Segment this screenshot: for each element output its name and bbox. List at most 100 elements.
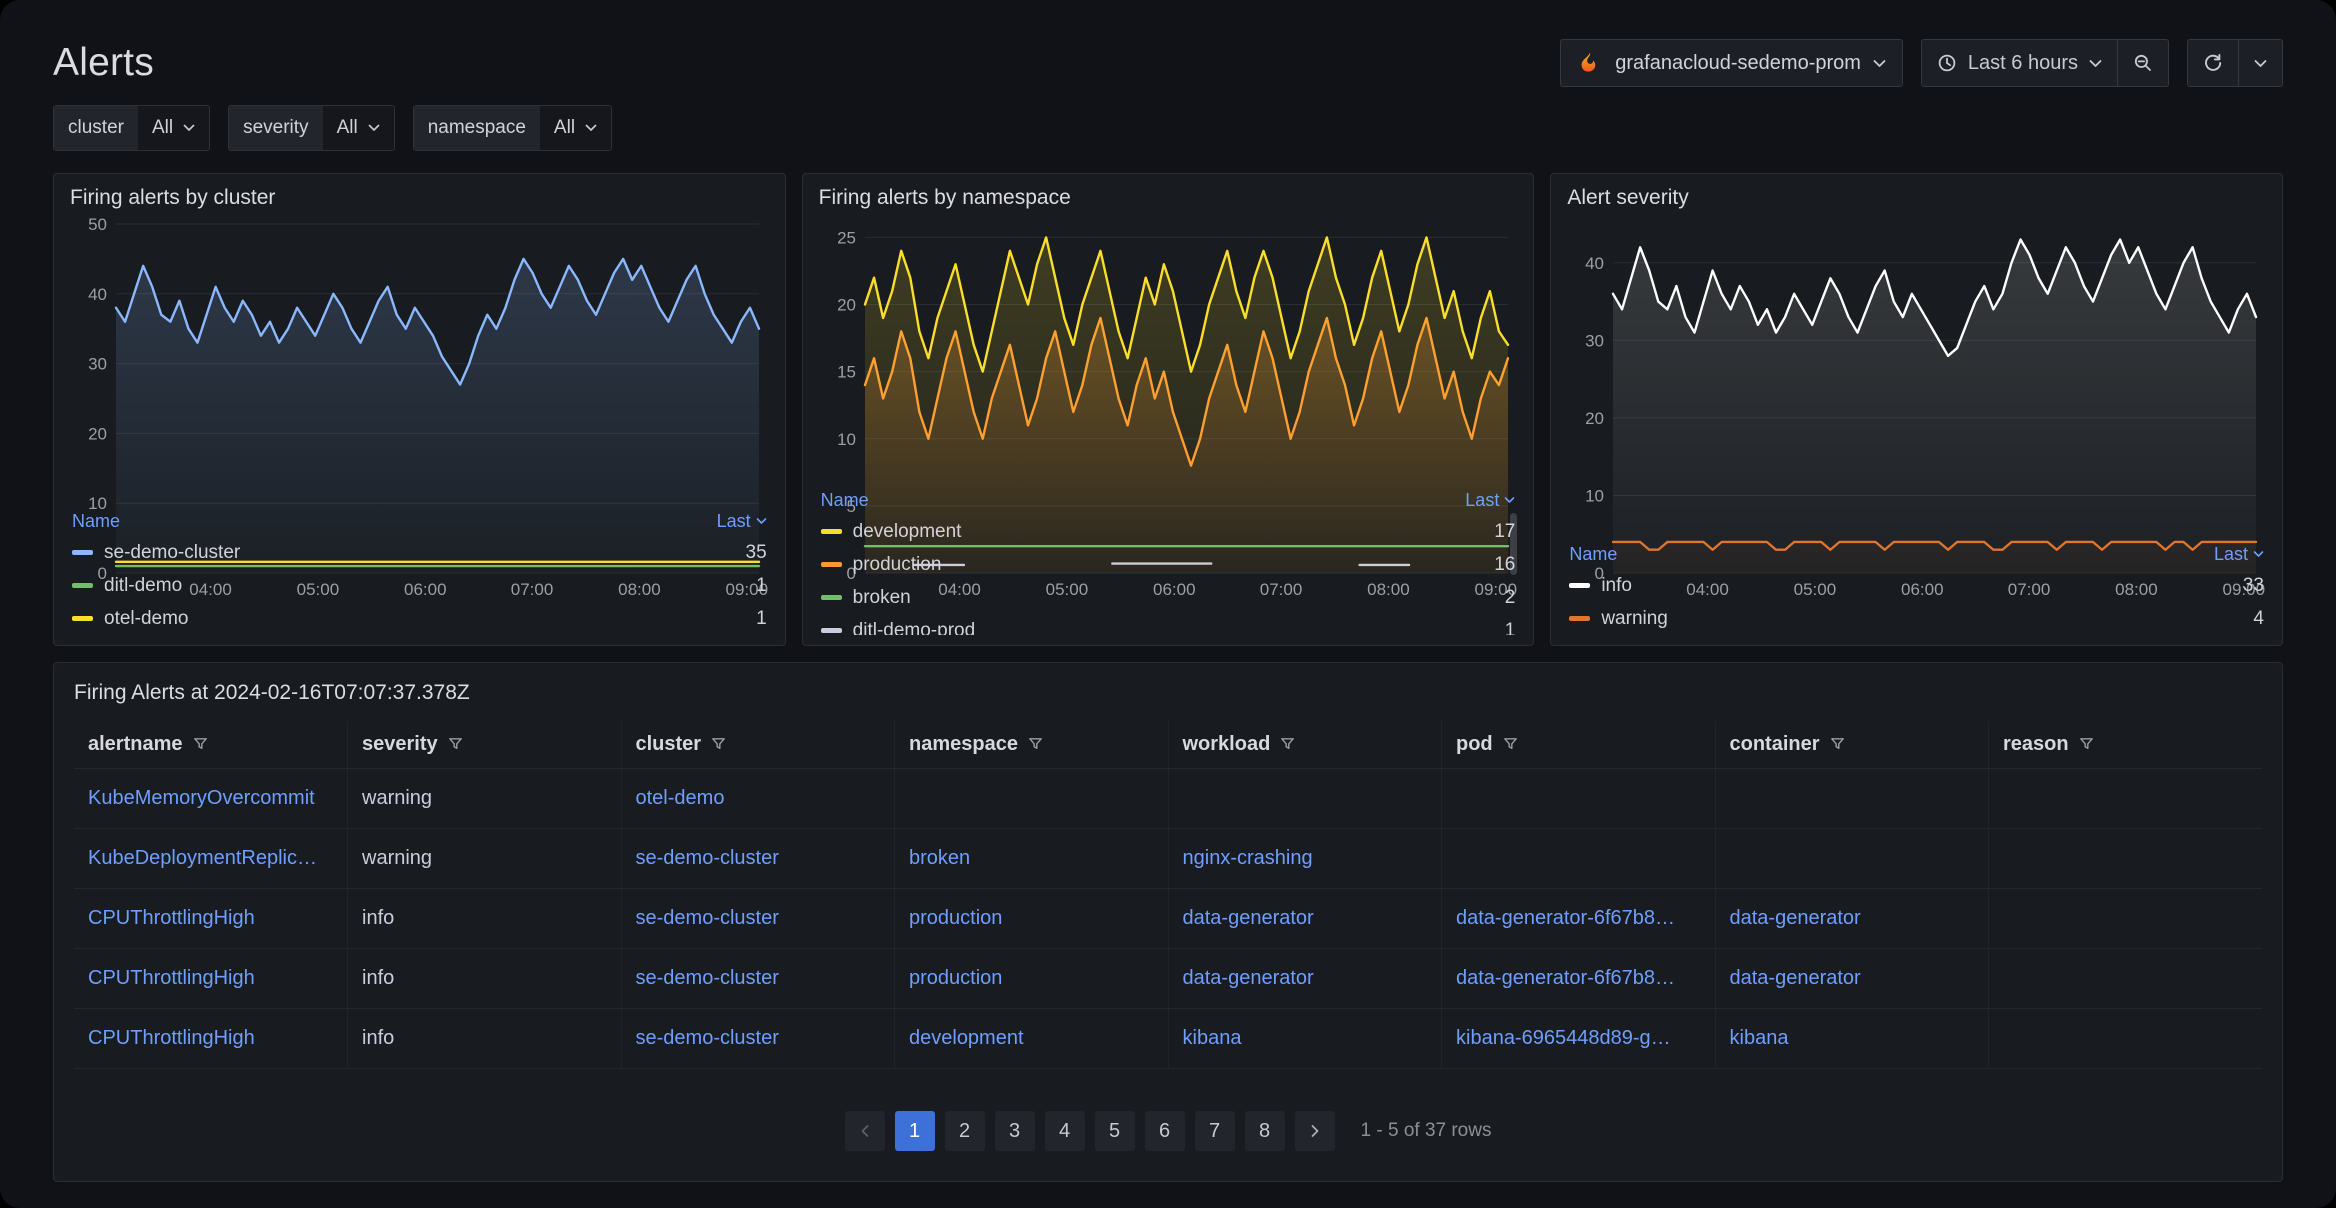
- series-name[interactable]: development: [853, 521, 1484, 543]
- cell-link-cluster[interactable]: se-demo-cluster: [636, 1027, 779, 1049]
- page-button-4[interactable]: 4: [1045, 1111, 1085, 1151]
- column-header-workload[interactable]: workload: [1168, 721, 1442, 769]
- filter-icon[interactable]: [1829, 735, 1846, 752]
- time-range-picker[interactable]: Last 6 hours: [1921, 39, 2118, 87]
- series-name[interactable]: production: [853, 554, 1484, 576]
- series-name[interactable]: info: [1601, 575, 2232, 597]
- filter-icon[interactable]: [1502, 735, 1519, 752]
- cell-link-namespace[interactable]: development: [909, 1027, 1024, 1049]
- cell-link-namespace[interactable]: broken: [909, 847, 970, 869]
- cell-link-container[interactable]: kibana: [1730, 1027, 1789, 1049]
- column-header-container[interactable]: container: [1715, 721, 1989, 769]
- panel-firing-alerts-by-namespace: Firing alerts by namespace 051015202504:…: [802, 173, 1535, 646]
- series-name[interactable]: ditl-demo-prod: [853, 620, 1494, 636]
- table-header-row: alertname severity cluster namespace wor…: [74, 721, 2262, 769]
- legend-scrollbar[interactable]: [1510, 513, 1517, 575]
- legend-last-header[interactable]: Last: [1465, 490, 1515, 511]
- column-header-alertname[interactable]: alertname: [74, 721, 348, 769]
- legend-item[interactable]: production 16: [819, 548, 1518, 581]
- page-title: Alerts: [53, 41, 154, 85]
- filter-icon[interactable]: [1279, 735, 1296, 752]
- datasource-picker[interactable]: grafanacloud-sedemo-prom: [1560, 39, 1903, 87]
- cell-pod: data-generator-6f67b8…: [1442, 889, 1716, 949]
- legend-last-header[interactable]: Last: [2214, 544, 2264, 565]
- column-header-cluster[interactable]: cluster: [621, 721, 895, 769]
- legend-name-header[interactable]: Name: [72, 511, 120, 532]
- legend-rows: se-demo-cluster 35 ditl-demo 1 otel-demo…: [70, 536, 769, 635]
- page-button-7[interactable]: 7: [1195, 1111, 1235, 1151]
- filter-icon[interactable]: [192, 735, 209, 752]
- filter-value-dropdown[interactable]: All: [540, 106, 611, 150]
- page-button-8[interactable]: 8: [1245, 1111, 1285, 1151]
- legend-name-header[interactable]: Name: [1569, 544, 1617, 565]
- cell-link-container[interactable]: data-generator: [1730, 967, 1861, 989]
- series-name[interactable]: otel-demo: [104, 608, 745, 630]
- cell-link-pod[interactable]: data-generator-6f67b8…: [1456, 907, 1675, 929]
- series-name[interactable]: warning: [1601, 608, 2242, 630]
- chart-area[interactable]: 01020304004:0005:0006:0007:0008:0009:00: [1567, 214, 2266, 537]
- cell-link-namespace[interactable]: production: [909, 907, 1002, 929]
- series-name[interactable]: se-demo-cluster: [104, 542, 735, 564]
- cell-link-pod[interactable]: kibana-6965448d89-g…: [1456, 1027, 1671, 1049]
- table-panel-title[interactable]: Firing Alerts at 2024-02-16T07:07:37.378…: [74, 681, 2262, 705]
- cell-link-workload[interactable]: data-generator: [1183, 967, 1314, 989]
- panel-title[interactable]: Firing alerts by namespace: [819, 186, 1518, 210]
- cell-namespace: broken: [895, 829, 1169, 889]
- legend-item[interactable]: otel-demo 1: [70, 602, 769, 635]
- column-header-pod[interactable]: pod: [1442, 721, 1716, 769]
- column-header-namespace[interactable]: namespace: [895, 721, 1169, 769]
- panel-title[interactable]: Alert severity: [1567, 186, 2266, 210]
- cell-link-workload[interactable]: kibana: [1183, 1027, 1242, 1049]
- cell-link-container[interactable]: data-generator: [1730, 907, 1861, 929]
- page-button-1[interactable]: 1: [895, 1111, 935, 1151]
- zoom-out-button[interactable]: [2118, 39, 2169, 87]
- cell-link-alertname[interactable]: CPUThrottlingHigh: [88, 907, 255, 929]
- series-name[interactable]: broken: [853, 587, 1494, 609]
- refresh-button[interactable]: [2187, 39, 2239, 87]
- cell-link-namespace[interactable]: production: [909, 967, 1002, 989]
- legend-item[interactable]: broken 2: [819, 581, 1518, 614]
- previous-page-button[interactable]: [845, 1111, 885, 1151]
- legend-name-header[interactable]: Name: [821, 490, 869, 511]
- legend-last-header[interactable]: Last: [717, 511, 767, 532]
- legend-item[interactable]: info 33: [1567, 569, 2266, 602]
- cell-link-workload[interactable]: data-generator: [1183, 907, 1314, 929]
- cell-link-cluster[interactable]: se-demo-cluster: [636, 907, 779, 929]
- filter-icon[interactable]: [710, 735, 727, 752]
- page-button-3[interactable]: 3: [995, 1111, 1035, 1151]
- column-header-severity[interactable]: severity: [348, 721, 622, 769]
- cell-link-alertname[interactable]: KubeMemoryOvercommit: [88, 787, 315, 809]
- cell-container: [1715, 769, 1989, 829]
- cell-link-pod[interactable]: data-generator-6f67b8…: [1456, 967, 1675, 989]
- cell-link-workload[interactable]: nginx-crashing: [1183, 847, 1313, 869]
- filter-icon[interactable]: [447, 735, 464, 752]
- cell-link-cluster[interactable]: se-demo-cluster: [636, 967, 779, 989]
- legend-item[interactable]: ditl-demo-prod 1: [819, 614, 1518, 635]
- filter-value-dropdown[interactable]: All: [138, 106, 209, 150]
- cell-link-alertname[interactable]: CPUThrottlingHigh: [88, 967, 255, 989]
- panel-title[interactable]: Firing alerts by cluster: [70, 186, 769, 210]
- cell-link-alertname[interactable]: CPUThrottlingHigh: [88, 1027, 255, 1049]
- legend-item[interactable]: se-demo-cluster 35: [70, 536, 769, 569]
- refresh-interval-dropdown[interactable]: [2239, 39, 2283, 87]
- filter-icon[interactable]: [2078, 735, 2095, 752]
- cell-link-cluster[interactable]: se-demo-cluster: [636, 847, 779, 869]
- cell-link-cluster[interactable]: otel-demo: [636, 787, 725, 809]
- legend-item[interactable]: warning 4: [1567, 602, 2266, 635]
- page-button-5[interactable]: 5: [1095, 1111, 1135, 1151]
- page-button-2[interactable]: 2: [945, 1111, 985, 1151]
- page-button-6[interactable]: 6: [1145, 1111, 1185, 1151]
- column-header-reason[interactable]: reason: [1989, 721, 2263, 769]
- cell-link-alertname[interactable]: KubeDeploymentReplic…: [88, 847, 317, 869]
- filter-value-dropdown[interactable]: All: [323, 106, 394, 150]
- series-color-swatch: [821, 529, 842, 534]
- chart-area[interactable]: 051015202504:0005:0006:0007:0008:0009:00: [819, 214, 1518, 483]
- legend-item[interactable]: ditl-demo 1: [70, 569, 769, 602]
- next-page-button[interactable]: [1295, 1111, 1335, 1151]
- filter-icon[interactable]: [1027, 735, 1044, 752]
- legend-item[interactable]: development 17: [819, 515, 1518, 548]
- refresh-icon: [2203, 53, 2223, 73]
- chart-area[interactable]: 0102030405004:0005:0006:0007:0008:0009:0…: [70, 214, 769, 504]
- zoom-out-icon: [2133, 53, 2153, 73]
- series-name[interactable]: ditl-demo: [104, 575, 745, 597]
